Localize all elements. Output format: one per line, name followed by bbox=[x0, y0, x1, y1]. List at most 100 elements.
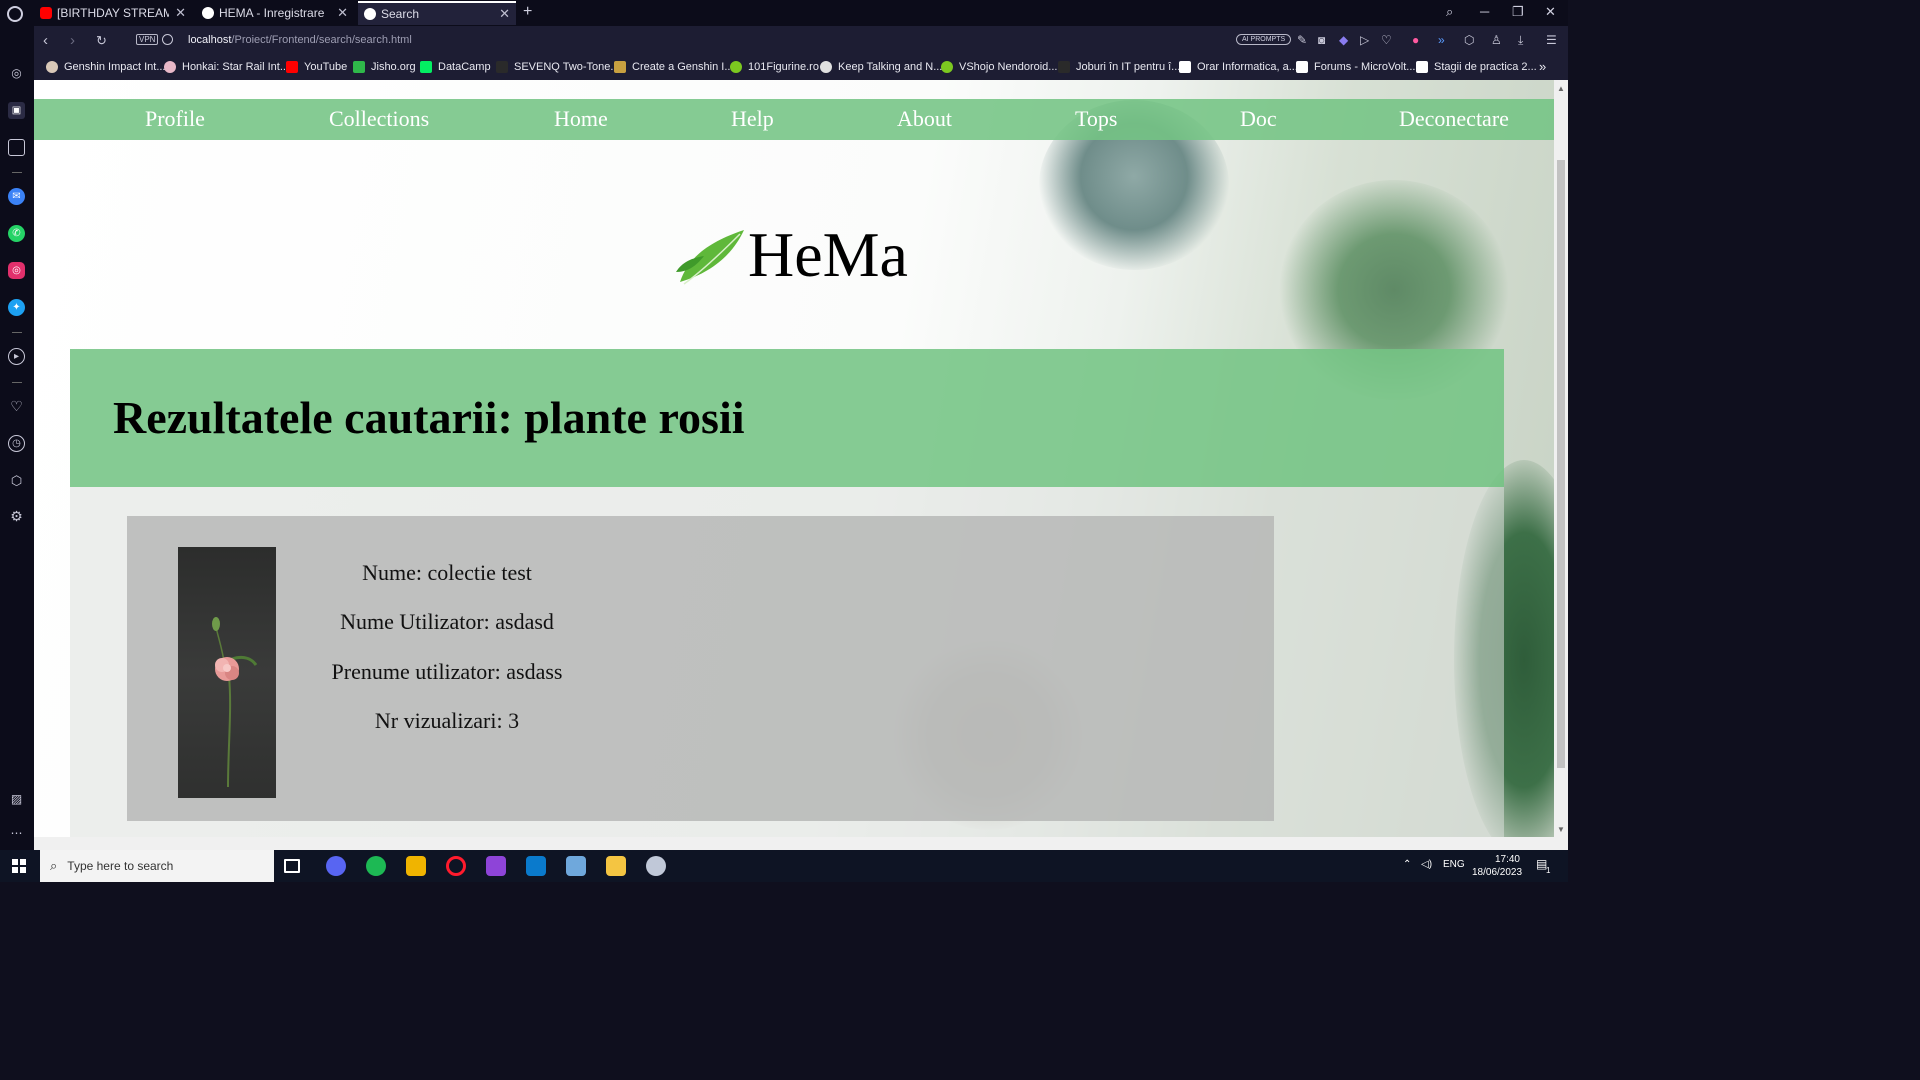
close-window-icon[interactable]: ✕ bbox=[1545, 4, 1556, 20]
bookmark-genshin-impact[interactable]: Genshin Impact Int... bbox=[46, 61, 166, 73]
box-icon[interactable]: ⬡ bbox=[8, 472, 25, 489]
tab-title: [BIRTHDAY STREAM]Let's bbox=[57, 6, 170, 20]
scroll-down-icon[interactable]: ▼ bbox=[1557, 825, 1565, 834]
restore-icon[interactable]: ❐ bbox=[1512, 4, 1524, 20]
close-tab-icon[interactable]: ✕ bbox=[499, 6, 510, 22]
extension-pig-icon[interactable]: ● bbox=[1412, 33, 1419, 47]
bookmark-create-genshin[interactable]: Create a Genshin I... bbox=[614, 61, 734, 73]
language-indicator[interactable]: ENG bbox=[1443, 859, 1465, 870]
profile-icon[interactable]: ♙ bbox=[1491, 33, 1502, 47]
notification-count: 1 bbox=[1546, 866, 1551, 875]
url-field[interactable]: localhost/Proiect/Frontend/search/search… bbox=[188, 34, 412, 46]
player-icon[interactable]: ▸ bbox=[8, 348, 25, 365]
nav-collections[interactable]: Collections bbox=[329, 106, 429, 132]
gallery-icon[interactable]: ▨ bbox=[8, 790, 25, 807]
shield-icon[interactable]: ◆ bbox=[1339, 33, 1348, 47]
nav-help[interactable]: Help bbox=[731, 106, 774, 132]
back-icon[interactable]: ‹ bbox=[43, 32, 48, 49]
vertical-scrollbar[interactable]: ▲ ▼ bbox=[1554, 80, 1568, 837]
forward-icon[interactable]: › bbox=[70, 32, 75, 49]
spotify-icon[interactable] bbox=[366, 856, 386, 876]
volume-icon[interactable]: ◁) bbox=[1421, 859, 1432, 870]
bookmark-sevenq[interactable]: SEVENQ Two-Tone... bbox=[496, 61, 620, 73]
ai-prompts-button[interactable]: AI PROMPTS bbox=[1236, 34, 1292, 45]
bookmark-label: YouTube bbox=[304, 61, 348, 73]
close-tab-icon[interactable]: ✕ bbox=[175, 5, 186, 21]
bookmark-youtube[interactable]: YouTube bbox=[286, 61, 347, 73]
windows-start-icon[interactable] bbox=[12, 859, 26, 873]
file-explorer-icon[interactable] bbox=[606, 856, 626, 876]
scroll-up-icon[interactable]: ▲ bbox=[1557, 84, 1565, 93]
bookmark-keep-talking[interactable]: Keep Talking and N... bbox=[820, 61, 942, 73]
search-tabs-icon[interactable]: ⌕ bbox=[1446, 4, 1453, 20]
nav-home[interactable]: Home bbox=[554, 106, 608, 132]
tab-birthday-stream[interactable]: [BIRTHDAY STREAM]Let's ✕ bbox=[34, 1, 192, 25]
twitch-icon[interactable]: ▣ bbox=[8, 102, 25, 119]
opera-logo-icon[interactable] bbox=[7, 6, 23, 22]
minimize-icon[interactable]: ─ bbox=[1480, 4, 1489, 19]
vscode-icon[interactable] bbox=[526, 856, 546, 876]
menu-icon[interactable]: ☰ bbox=[1546, 33, 1557, 47]
nav-about[interactable]: About bbox=[897, 106, 952, 132]
whatsapp-icon[interactable]: ✆ bbox=[8, 225, 25, 242]
results-header: Rezultatele cautarii: plante rosii bbox=[70, 349, 1504, 487]
messenger-icon[interactable]: ✉ bbox=[8, 188, 25, 205]
close-tab-icon[interactable]: ✕ bbox=[337, 5, 348, 21]
vpn-badge[interactable]: VPN bbox=[136, 34, 159, 45]
bookmark-honkai[interactable]: Honkai: Star Rail Int... bbox=[164, 61, 289, 73]
horizontal-scrollbar[interactable] bbox=[34, 837, 1568, 850]
task-view-icon[interactable] bbox=[284, 859, 300, 873]
tab-search[interactable]: Search ✕ bbox=[358, 1, 516, 25]
bookmark-101figurine[interactable]: 101Figurine.ro bbox=[730, 61, 819, 73]
page-icon bbox=[1296, 61, 1308, 73]
download-icon[interactable]: ⤓ bbox=[1518, 33, 1523, 48]
scrollbar-thumb[interactable] bbox=[1557, 160, 1565, 768]
opera-icon[interactable] bbox=[446, 856, 466, 876]
workspace-icon[interactable] bbox=[8, 139, 25, 156]
nav-tops[interactable]: Tops bbox=[1075, 106, 1117, 132]
more-bookmarks-icon[interactable]: » bbox=[1539, 59, 1546, 74]
gamepad-icon[interactable]: ◎ bbox=[8, 64, 25, 81]
tab-hema-inregistrare[interactable]: HEMA - Inregistrare ✕ bbox=[196, 1, 354, 25]
extension-translate-icon[interactable]: » bbox=[1438, 33, 1445, 47]
visual-studio-icon[interactable] bbox=[486, 856, 506, 876]
url-host: localhost bbox=[188, 34, 232, 46]
nav-doc[interactable]: Doc bbox=[1240, 106, 1277, 132]
edit-icon[interactable]: ✎ bbox=[1297, 33, 1307, 47]
more-icon[interactable]: ⋯ bbox=[8, 824, 25, 841]
bookmark-datacamp[interactable]: DataCamp bbox=[420, 61, 491, 73]
site-info-icon[interactable] bbox=[162, 34, 173, 45]
box-icon[interactable]: ⬡ bbox=[1464, 33, 1474, 47]
app-cube-icon[interactable] bbox=[566, 856, 586, 876]
taskbar-search-field[interactable]: ⌕ Type here to search bbox=[40, 850, 274, 882]
collection-owner-firstname: Prenume utilizator: asdass bbox=[331, 659, 563, 684]
flower-photo[interactable] bbox=[178, 547, 276, 798]
bookmark-joburi-it[interactable]: Joburi în IT pentru î... bbox=[1058, 61, 1180, 73]
bookmark-orar-informatica[interactable]: Orar Informatica, a... bbox=[1179, 61, 1298, 73]
app-yellow-icon[interactable] bbox=[406, 856, 426, 876]
bookmark-favicon bbox=[164, 61, 176, 73]
send-icon[interactable]: ▷ bbox=[1360, 33, 1369, 47]
instagram-icon[interactable]: ◎ bbox=[8, 262, 25, 279]
new-tab-icon[interactable]: + bbox=[523, 3, 532, 21]
paint-icon[interactable] bbox=[646, 856, 666, 876]
camera-icon[interactable]: ◙ bbox=[1318, 33, 1325, 47]
brand-name: HeMa bbox=[748, 219, 908, 290]
nav-profile[interactable]: Profile bbox=[145, 106, 205, 132]
bookmark-forums-microvolt[interactable]: Forums - MicroVolt... bbox=[1296, 61, 1415, 73]
history-icon[interactable]: ◷ bbox=[8, 435, 25, 452]
bookmark-stagii-practica[interactable]: Stagii de practica 2... bbox=[1416, 61, 1537, 73]
bookmark-jisho[interactable]: Jisho.org bbox=[353, 61, 416, 73]
tray-expand-icon[interactable]: ⌃ bbox=[1403, 859, 1411, 870]
collection-card[interactable]: Nume: colectie test Nume Utilizator: asd… bbox=[127, 516, 1274, 821]
settings-icon[interactable]: ⚙ bbox=[8, 508, 25, 525]
bookmark-vshojo[interactable]: VShojo Nendoroid... bbox=[941, 61, 1057, 73]
discord-icon[interactable] bbox=[326, 856, 346, 876]
taskbar-clock[interactable]: 17:40 18/06/2023 bbox=[1472, 853, 1522, 879]
heart-icon[interactable]: ♡ bbox=[1381, 33, 1392, 47]
nav-deconectare[interactable]: Deconectare bbox=[1399, 106, 1509, 132]
heart-icon[interactable]: ♡ bbox=[8, 398, 25, 415]
reload-icon[interactable]: ↻ bbox=[96, 33, 107, 49]
site-logo[interactable]: HeMa bbox=[674, 218, 908, 292]
twitter-icon[interactable]: ✦ bbox=[8, 299, 25, 316]
